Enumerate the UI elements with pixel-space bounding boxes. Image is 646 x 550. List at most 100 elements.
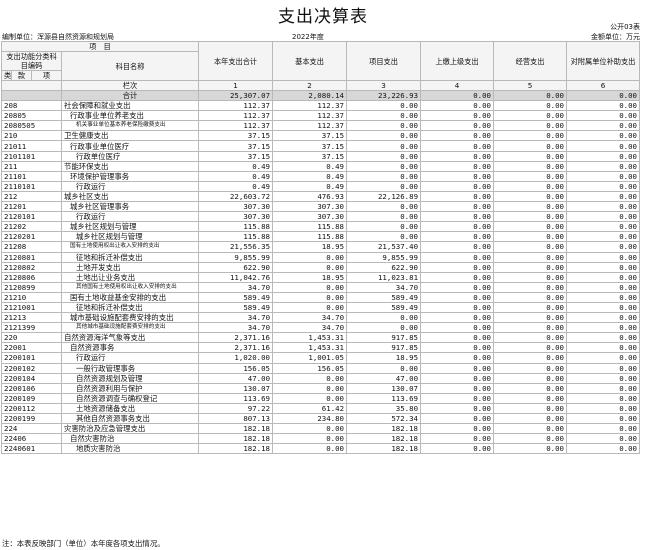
item-name-cell: 行政单位医疗 [60, 150, 200, 162]
amount-cell: 34.70 [198, 312, 274, 324]
header-kuan: 款 [11, 70, 32, 81]
col-index: 2 [272, 80, 348, 91]
table-row: 2200102 一般行政管理事务 156.05 156.05 0.00 0.00 0.00 0… [1, 362, 641, 374]
func-code-cell: 20805 [1, 110, 62, 122]
item-name-cell: 城乡社区规划与管理 [60, 221, 200, 233]
expenditure-table: 项 目 本年支出合计 基本支出 项目支出 上缴上级支出 经营支出 对附属单位补助… [0, 41, 641, 455]
table-row: 21208 国有土地使用权出让收入安排的支出 21,556.35 18.95 21,53… [1, 241, 641, 253]
func-code-cell: 2200112 [1, 402, 62, 415]
amount-cell: 0.00 [420, 201, 495, 213]
item-name-cell: 行政运行 [60, 211, 200, 223]
amount-cell: 0.00 [346, 110, 422, 122]
amount-cell: 0.00 [346, 201, 422, 213]
amount-cell: 0.00 [493, 271, 568, 283]
amount-cell: 1,020.00 [198, 352, 274, 364]
table-row: 2120801 征地和拆迁补偿支出 9,855.99 0.00 9,855.99 0.00… [1, 251, 641, 263]
amount-cell: 182.18 [346, 433, 422, 445]
col-index: 6 [566, 80, 641, 91]
func-code-cell: 21202 [1, 221, 62, 233]
amount-cell: 0.49 [198, 160, 274, 172]
amount-cell: 622.90 [346, 261, 422, 273]
func-code-cell: 21213 [1, 312, 62, 324]
amount-cell: 47.00 [198, 372, 274, 384]
amount-cell: 0.00 [346, 221, 422, 233]
amount-cell: 0.00 [420, 120, 495, 132]
amount-cell: 0.00 [272, 392, 348, 404]
header-basic: 基本支出 [272, 41, 348, 81]
amount-cell: 0.00 [493, 382, 568, 394]
amount-cell: 0.00 [272, 291, 348, 303]
header-total: 本年支出合计 [198, 41, 274, 81]
func-code-cell: 212 [1, 190, 62, 203]
amount-cell: 0.49 [198, 180, 274, 192]
amount-cell: 589.49 [346, 291, 422, 303]
amount-cell: 156.05 [272, 362, 348, 374]
func-code-cell: 21011 [1, 140, 62, 152]
amount-cell: 115.88 [272, 231, 348, 243]
total-value: 0.00 [420, 89, 495, 102]
amount-cell: 0.00 [493, 201, 568, 213]
amount-cell: 0.00 [346, 231, 422, 243]
amount-cell: 115.88 [272, 221, 348, 233]
amount-cell: 0.00 [493, 110, 568, 122]
amount-cell: 0.00 [346, 322, 422, 334]
item-name-cell: 自然资源调查与确权登记 [60, 392, 200, 404]
amount-cell: 0.00 [493, 100, 568, 112]
amount-cell: 113.69 [346, 392, 422, 404]
table-row: 2120802 土地开发支出 622.90 0.00 622.90 0.00 0.00 0.0… [1, 261, 641, 273]
amount-cell: 572.34 [346, 412, 422, 425]
amount-cell: 0.00 [493, 291, 568, 303]
item-name-cell: 行政事业单位养老支出 [60, 110, 200, 122]
amount-cell: 0.00 [346, 100, 422, 112]
col-index: 1 [198, 80, 274, 91]
item-name-cell: 自然资源规划及管理 [60, 372, 200, 384]
amount-cell: 0.00 [493, 130, 568, 142]
table-row: 2200104 自然资源规划及管理 47.00 0.00 47.00 0.00 0.00 0.… [1, 372, 641, 384]
amount-cell: 11,042.76 [198, 271, 274, 283]
table-row: 2110101 行政运行 0.49 0.49 0.00 0.00 0.00 0.00 [1, 180, 641, 192]
func-code-cell: 2120801 [1, 251, 62, 263]
amount-cell: 0.00 [566, 443, 641, 455]
amount-cell: 0.00 [346, 130, 422, 142]
amount-cell: 1,001.05 [272, 352, 348, 364]
amount-cell: 61.42 [272, 402, 348, 415]
amount-cell: 0.00 [420, 362, 495, 374]
total-value: 2,080.14 [272, 89, 348, 102]
amount-cell: 22,603.72 [198, 190, 274, 203]
table-row: 22001 自然资源事务 2,371.16 1,453.31 917.85 0.00 0.0… [1, 342, 641, 354]
amount-cell: 0.00 [420, 352, 495, 364]
amount-cell: 0.00 [493, 241, 568, 253]
item-name-cell: 城市基础设施配套费安排的支出 [60, 312, 200, 324]
amount-cell: 47.00 [346, 372, 422, 384]
amount-cell: 0.00 [420, 110, 495, 122]
func-code-cell: 2120806 [1, 271, 62, 283]
amount-cell: 0.00 [566, 211, 641, 223]
amount-cell: 0.00 [420, 221, 495, 233]
table-row: 212 城乡社区支出 22,603.72 476.93 22,126.89 0.00 0.0… [1, 190, 641, 203]
amount-cell: 2,371.16 [198, 342, 274, 354]
amount-cell: 0.00 [493, 433, 568, 445]
table-row: 2080505 机关事业单位基本养老保险缴费支出 112.37 112.37 0.00 0… [1, 120, 641, 132]
amount-cell: 917.85 [346, 332, 422, 344]
amount-cell: 21,537.40 [346, 241, 422, 253]
amount-cell: 589.49 [198, 301, 274, 314]
table-row: 220 自然资源海洋气象等支出 2,371.16 1,453.31 917.85 0.00… [1, 332, 641, 344]
amount-cell: 0.00 [420, 332, 495, 344]
total-value: 25,307.07 [198, 89, 274, 102]
amount-cell: 0.49 [272, 180, 348, 192]
amount-cell: 0.00 [346, 362, 422, 374]
amount-cell: 622.90 [198, 261, 274, 273]
amount-cell: 18.95 [346, 352, 422, 364]
header-business: 经营支出 [493, 41, 568, 81]
func-code-cell: 210 [1, 130, 62, 142]
table-row: 20805 行政事业单位养老支出 112.37 112.37 0.00 0.00 0.00 0… [1, 110, 641, 122]
amount-cell: 0.00 [493, 443, 568, 455]
item-name-cell: 国有土地使用权出让收入安排的支出 [60, 241, 200, 253]
amount-cell: 9,855.99 [198, 251, 274, 263]
func-code-cell: 2120101 [1, 211, 62, 223]
amount-cell: 18.95 [272, 241, 348, 253]
amount-cell: 0.00 [420, 140, 495, 152]
item-name-cell: 节能环保支出 [60, 160, 200, 172]
item-name-cell: 其他城市基础设施配套费安排的支出 [60, 322, 200, 334]
amount-cell: 0.00 [420, 160, 495, 172]
